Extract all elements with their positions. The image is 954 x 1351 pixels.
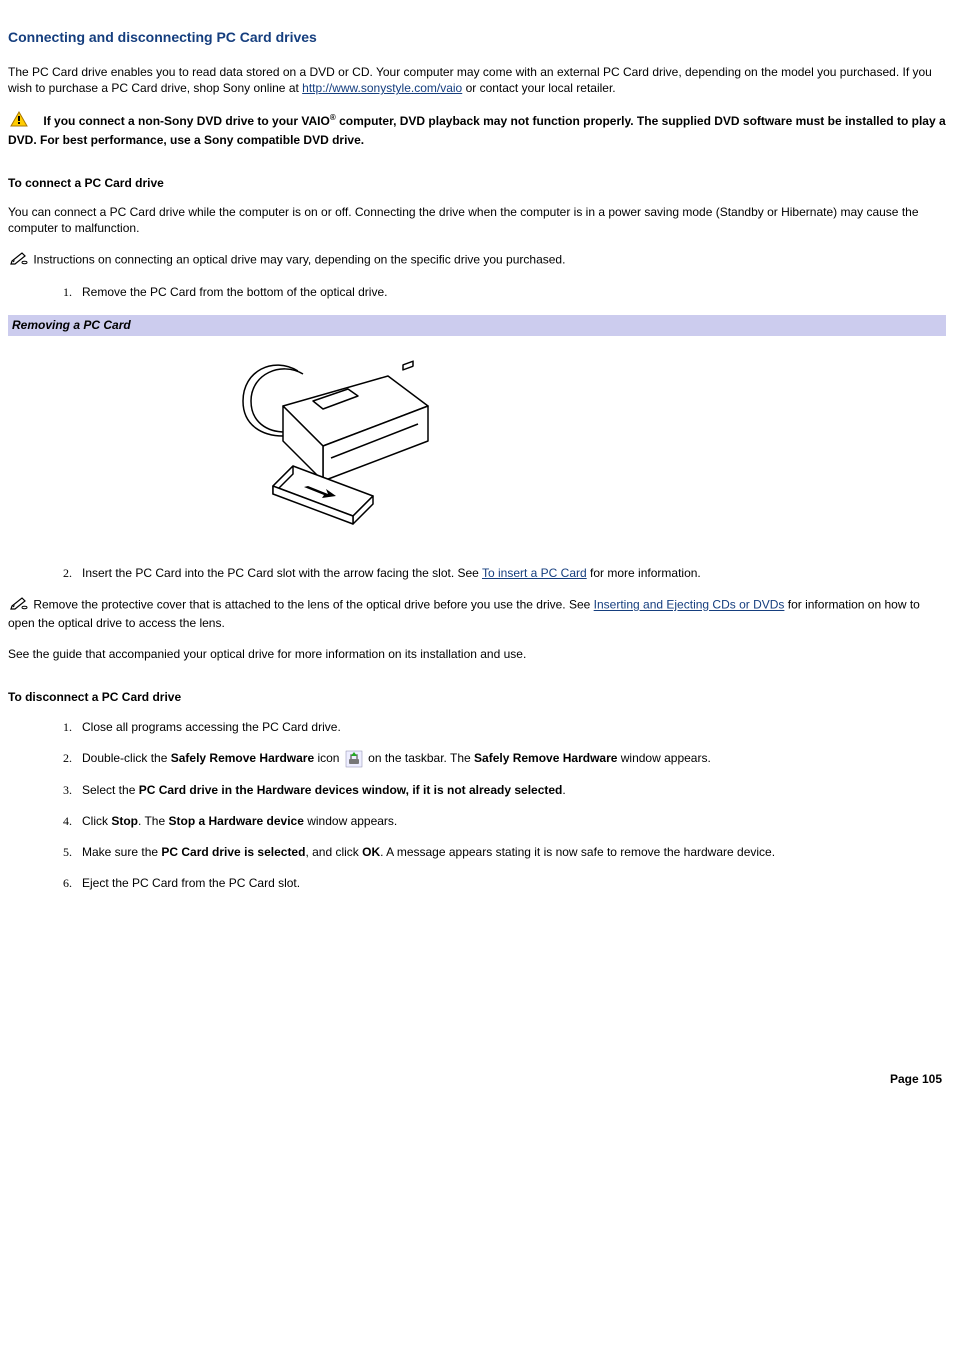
s2-text-a: Double-click the [82, 751, 171, 765]
note-block-2: Remove the protective cover that is atta… [8, 596, 946, 632]
connect-step-1: 1. Remove the PC Card from the bottom of… [52, 284, 946, 301]
s3-bold-b: PC Card drive in the Hardware devices wi… [139, 783, 563, 797]
s5-text-a: Make sure the [82, 845, 161, 859]
note-text-1: Instructions on connecting an optical dr… [33, 253, 565, 267]
s2-text-d: on the taskbar. The [368, 751, 474, 765]
connect-heading: To connect a PC Card drive [8, 175, 946, 192]
s2-text-f: window appears. [617, 751, 710, 765]
disconnect-step-2: 2. Double-click the Safely Remove Hardwa… [52, 750, 946, 768]
connect-step-2: 2. Insert the PC Card into the PC Card s… [52, 565, 946, 582]
step-number: 4. [52, 813, 72, 830]
step-body: Close all programs accessing the PC Card… [82, 719, 946, 736]
s5-text-c: , and click [305, 845, 362, 859]
step-number: 2. [52, 750, 72, 767]
note-icon [10, 251, 28, 270]
step-body: Remove the PC Card from the bottom of th… [82, 284, 946, 301]
figure-pc-card-drive [213, 346, 946, 546]
note2-text-a: Remove the protective cover that is atta… [33, 598, 593, 612]
disconnect-step-5: 5. Make sure the PC Card drive is select… [52, 844, 946, 861]
step-number: 5. [52, 844, 72, 861]
s5-bold-b: PC Card drive is selected [161, 845, 305, 859]
step-body: Click Stop. The Stop a Hardware device w… [82, 813, 946, 830]
page-footer: Page 105 [8, 1071, 946, 1088]
safely-remove-hardware-icon [345, 750, 363, 768]
step2-text-b: for more information. [587, 566, 701, 580]
connect-paragraph: You can connect a PC Card drive while th… [8, 204, 946, 238]
disconnect-heading: To disconnect a PC Card drive [8, 689, 946, 706]
s4-bold-b: Stop [111, 814, 138, 828]
inserting-ejecting-link[interactable]: Inserting and Ejecting CDs or DVDs [594, 598, 785, 612]
step2-text-a: Insert the PC Card into the PC Card slot… [82, 566, 482, 580]
step-number: 1. [52, 284, 72, 301]
warning-text-1: If you connect a non-Sony DVD drive to y… [43, 114, 329, 128]
step-body: Make sure the PC Card drive is selected,… [82, 844, 946, 861]
intro-paragraph: The PC Card drive enables you to read da… [8, 64, 946, 98]
s5-bold-d: OK [362, 845, 380, 859]
page-title: Connecting and disconnecting PC Card dri… [8, 28, 946, 48]
intro-text-b: or contact your local retailer. [462, 81, 615, 95]
warning-block: If you connect a non-Sony DVD drive to y… [8, 111, 946, 149]
s3-text-c: . [562, 783, 565, 797]
insert-pc-card-link[interactable]: To insert a PC Card [482, 566, 587, 580]
step-number: 1. [52, 719, 72, 736]
step-body: Double-click the Safely Remove Hardware … [82, 750, 946, 768]
step-number: 3. [52, 782, 72, 799]
disconnect-step-4: 4. Click Stop. The Stop a Hardware devic… [52, 813, 946, 830]
step-body: Eject the PC Card from the PC Card slot. [82, 875, 946, 892]
step-body: Insert the PC Card into the PC Card slot… [82, 565, 946, 582]
s4-text-e: window appears. [304, 814, 397, 828]
s4-bold-d: Stop a Hardware device [168, 814, 303, 828]
s2-bold-b: Safely Remove Hardware [171, 751, 314, 765]
note-icon [10, 596, 28, 615]
connect-paragraph-3: See the guide that accompanied your opti… [8, 646, 946, 663]
s2-bold-e: Safely Remove Hardware [474, 751, 617, 765]
warning-icon [10, 111, 28, 132]
step-body: Select the PC Card drive in the Hardware… [82, 782, 946, 799]
s3-text-a: Select the [82, 783, 139, 797]
s2-text-c: icon [314, 751, 343, 765]
s4-text-c: . The [138, 814, 168, 828]
disconnect-step-3: 3. Select the PC Card drive in the Hardw… [52, 782, 946, 799]
disconnect-step-1: 1. Close all programs accessing the PC C… [52, 719, 946, 736]
note-text-2: Remove the protective cover that is atta… [8, 598, 920, 630]
step-number: 2. [52, 565, 72, 582]
s4-text-a: Click [82, 814, 111, 828]
disconnect-step-6: 6. Eject the PC Card from the PC Card sl… [52, 875, 946, 892]
figure-caption: Removing a PC Card [8, 315, 946, 336]
warning-text: If you connect a non-Sony DVD drive to y… [8, 114, 946, 147]
sonystyle-link[interactable]: http://www.sonystyle.com/vaio [302, 81, 462, 95]
s5-text-e: . A message appears stating it is now sa… [380, 845, 775, 859]
disconnect-steps: 1. Close all programs accessing the PC C… [52, 719, 946, 891]
connect-steps-part1: 1. Remove the PC Card from the bottom of… [52, 284, 946, 301]
connect-steps-part2: 2. Insert the PC Card into the PC Card s… [52, 565, 946, 582]
note-block-1: Instructions on connecting an optical dr… [8, 251, 946, 270]
step-number: 6. [52, 875, 72, 892]
